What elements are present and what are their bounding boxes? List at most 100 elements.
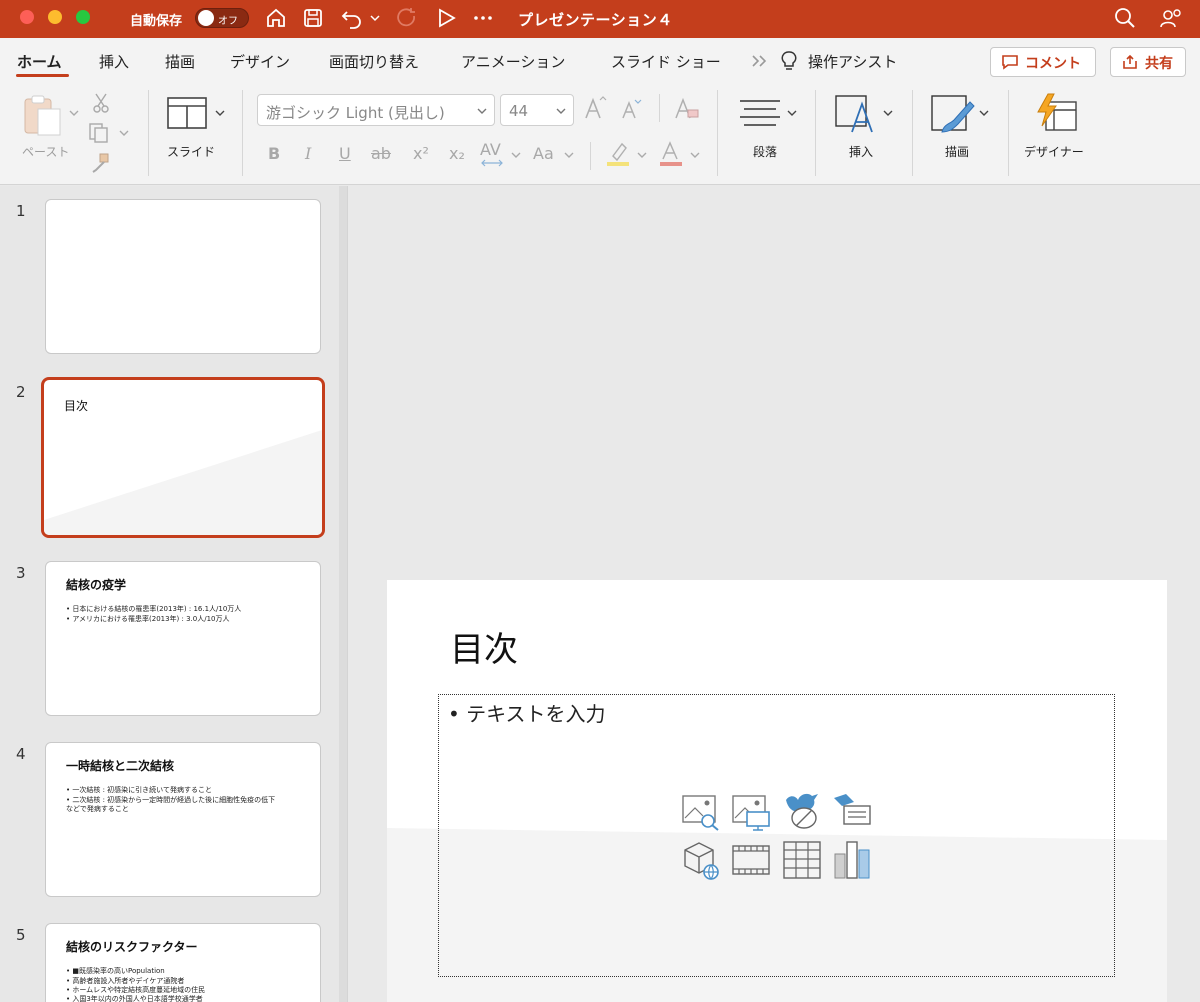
undo-chevron-down-icon[interactable] [369, 6, 381, 30]
strikethrough-button[interactable]: ab [371, 144, 391, 163]
ribbon-separator [659, 94, 660, 122]
slide-thumbnail-3[interactable]: 結核の疫学 • 日本における結核の罹患率(2013年) : 16.1人/10万人… [45, 561, 321, 716]
ribbon-toolbar: ペースト スライド 游ゴシック Light (見出し) 44 B I U ab … [0, 84, 1200, 185]
3d-model-icon[interactable] [681, 840, 721, 880]
font-name-dropdown[interactable]: 游ゴシック Light (見出し) [257, 94, 495, 126]
italic-button[interactable]: I [305, 144, 311, 163]
maximize-window-button[interactable] [76, 10, 90, 24]
thumbnail-title: 一時結核と二次結核 [66, 759, 175, 773]
increase-font-size-icon[interactable] [583, 96, 607, 122]
slide-title[interactable]: 目次 [450, 622, 518, 671]
spacing-chevron-down-icon[interactable] [510, 150, 522, 160]
table-icon[interactable] [782, 840, 822, 880]
tab-slideshow[interactable]: スライド ショー [611, 51, 721, 72]
ribbon-separator [590, 142, 591, 170]
tab-transitions[interactable]: 画面切り替え [329, 51, 419, 72]
slide-chevron-down-icon[interactable] [214, 108, 226, 118]
font-color-icon[interactable] [658, 140, 684, 168]
insert-label: 挿入 [849, 145, 874, 159]
minimize-window-button[interactable] [48, 10, 62, 24]
icons-insert-icon[interactable] [782, 790, 822, 830]
smartart-icon[interactable] [832, 792, 872, 832]
title-bar: 自動保存 オフ プレゼンテーション４ [0, 0, 1200, 38]
autosave-toggle[interactable]: オフ [195, 8, 249, 28]
tab-animations[interactable]: アニメーション [461, 51, 565, 72]
slide-thumbnail-4[interactable]: 一時結核と二次結核 • 一次結核 : 初感染に引き続いて発病すること • 二次結… [45, 742, 321, 897]
designer-label: デザイナー [1024, 145, 1084, 159]
home-icon[interactable] [265, 6, 287, 30]
share-label: 共有 [1145, 56, 1173, 72]
ribbon-tabs: ホーム 挿入 描画 デザイン 画面切り替え アニメーション スライド ショー 操… [0, 38, 1200, 84]
content-placeholder[interactable] [438, 694, 1115, 977]
video-icon[interactable] [731, 840, 771, 880]
draw-chevron-down-icon[interactable] [978, 108, 990, 118]
subscript-button[interactable]: x₂ [449, 144, 465, 163]
tab-design[interactable]: デザイン [230, 51, 290, 72]
comment-label: コメント [1025, 56, 1081, 72]
ribbon-separator [242, 90, 243, 176]
comment-button[interactable]: コメント [990, 47, 1096, 77]
underline-button[interactable]: U [339, 144, 351, 163]
new-slide-layout-icon[interactable] [166, 96, 208, 130]
paragraph-align-icon[interactable] [738, 98, 782, 128]
format-painter-icon[interactable] [90, 152, 112, 174]
ribbon-separator [717, 90, 718, 176]
insert-textbox-icon[interactable] [834, 94, 878, 134]
slide-number: 1 [16, 202, 26, 220]
scissors-icon[interactable] [92, 92, 110, 114]
undo-icon[interactable] [340, 6, 364, 30]
placeholder-text[interactable]: • テキストを入力 [448, 698, 606, 727]
chevron-down-icon [477, 108, 487, 114]
tab-home[interactable]: ホーム [17, 51, 62, 72]
change-case-button[interactable]: Aa [533, 144, 554, 163]
stock-images-icon[interactable] [681, 792, 721, 832]
spacing-arrows-icon [481, 159, 503, 167]
document-title: プレゼンテーション４ [518, 11, 673, 29]
tab-insert[interactable]: 挿入 [99, 51, 129, 72]
highlight-chevron-down-icon[interactable] [636, 150, 648, 160]
close-window-button[interactable] [20, 10, 34, 24]
search-icon[interactable] [1113, 6, 1137, 30]
paste-label: ペースト [22, 145, 70, 159]
tab-draw[interactable]: 描画 [165, 51, 195, 72]
online-pictures-icon[interactable] [731, 792, 771, 832]
active-tab-indicator [16, 74, 69, 77]
slide-thumbnail-5[interactable]: 結核のリスクファクター • ■既感染率の高いPopulation • 高齢者施設… [45, 923, 321, 1002]
save-icon[interactable] [302, 6, 324, 30]
share-button[interactable]: 共有 [1110, 47, 1186, 77]
redo-icon[interactable] [395, 6, 419, 30]
paragraph-chevron-down-icon[interactable] [786, 108, 798, 118]
more-icon[interactable] [472, 6, 494, 30]
character-spacing-button[interactable]: AV [480, 140, 501, 159]
slide-number: 4 [16, 745, 26, 763]
highlight-icon[interactable] [605, 140, 631, 168]
bold-button[interactable]: B [268, 144, 280, 163]
ribbon-separator [815, 90, 816, 176]
thumbnail-scrollbar[interactable] [339, 186, 347, 1002]
account-icon[interactable] [1158, 6, 1184, 30]
thumbnail-bullet: • 入国3年以内の外国人や日本語学校通学者 [66, 995, 203, 1002]
superscript-button[interactable]: x² [413, 144, 429, 163]
case-chevron-down-icon[interactable] [563, 150, 575, 160]
draw-shape-icon[interactable] [930, 94, 976, 136]
chart-icon[interactable] [832, 840, 872, 880]
insert-chevron-down-icon[interactable] [882, 108, 894, 118]
paragraph-label: 段落 [753, 145, 778, 159]
thumbnail-bullet: • アメリカにおける罹患率(2013年) : 3.0人/10万人 [66, 615, 230, 623]
clear-formatting-icon[interactable] [673, 96, 701, 122]
slide-label: スライド [167, 145, 216, 159]
overflow-chevron-icon[interactable] [750, 53, 770, 69]
slide-thumbnail-1[interactable] [45, 199, 321, 354]
font-color-chevron-down-icon[interactable] [689, 150, 701, 160]
designer-icon[interactable] [1034, 92, 1078, 134]
paste-icon[interactable] [22, 94, 68, 138]
decrease-font-size-icon[interactable] [620, 98, 642, 122]
tab-tell-me[interactable]: 操作アシスト [808, 51, 897, 72]
slide-number: 3 [16, 564, 26, 582]
copy-chevron-down-icon[interactable] [118, 128, 130, 138]
slide-thumbnail-2[interactable]: 目次 [41, 377, 325, 538]
play-icon[interactable] [435, 6, 457, 30]
copy-icon[interactable] [88, 122, 110, 144]
font-size-dropdown[interactable]: 44 [500, 94, 574, 126]
paste-chevron-down-icon[interactable] [68, 108, 80, 118]
